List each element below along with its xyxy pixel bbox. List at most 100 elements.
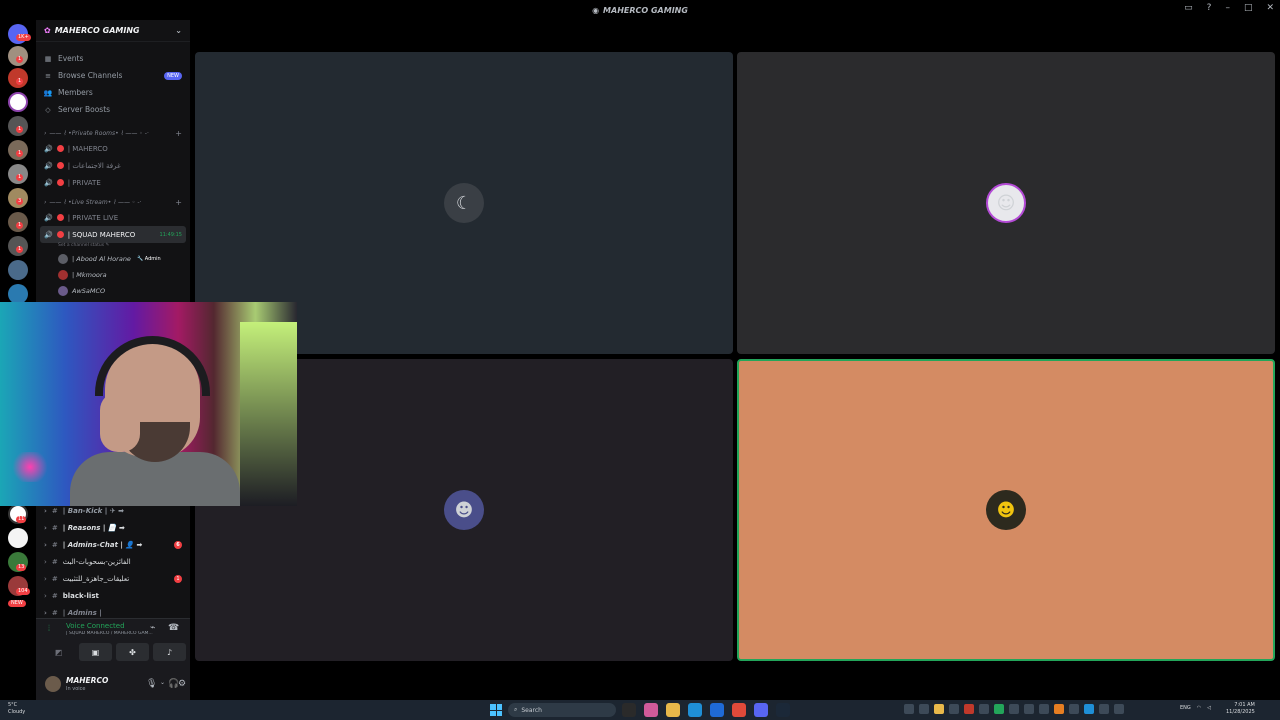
channel-status[interactable]: Set a channel status ✎ — [36, 243, 190, 251]
nav-server-boosts[interactable]: ◇ Server Boosts — [36, 101, 190, 118]
edge-icon[interactable] — [688, 703, 702, 717]
store-icon[interactable] — [710, 703, 724, 717]
nav-members[interactable]: 👥 Members — [36, 84, 190, 101]
text-channel-admins-chat[interactable]: › # | Admins-Chat | 👤 ➡ 6 — [36, 536, 190, 553]
participant-tile-speaking[interactable]: ☻ — [737, 359, 1275, 661]
tray-icon[interactable] — [1114, 704, 1124, 714]
system-indicators[interactable]: ENG ◠ ◁ — [1180, 705, 1211, 711]
unread-badge: 1 — [174, 574, 182, 583]
server-icon[interactable] — [8, 528, 28, 548]
add-channel-icon[interactable]: + — [175, 129, 182, 138]
noise-suppression-icon[interactable]: ⌁ — [150, 623, 155, 633]
server-icon[interactable] — [8, 92, 28, 112]
username[interactable]: MAHERCO — [66, 676, 108, 685]
microphone-icon[interactable]: 🎙 — [146, 679, 157, 689]
discord-icon[interactable] — [754, 703, 768, 717]
gear-icon[interactable]: ⚙ — [178, 679, 186, 689]
voice-channel-squad-maherco[interactable]: 🔊 | SQUAD MAHERCO 11:49:15 — [40, 226, 186, 243]
tray-icon[interactable] — [994, 704, 1004, 714]
category-private-rooms[interactable]: › —— ⌇ •Private Rooms• ⌇ —— ◦ -· + — [36, 126, 190, 140]
server-icon[interactable] — [8, 284, 28, 304]
voice-channel-private-live[interactable]: 🔊 | PRIVATE LIVE — [36, 209, 190, 226]
nav-events[interactable]: ▦ Events — [36, 50, 190, 67]
weather-widget[interactable]: 5°C Cloudy — [8, 702, 25, 716]
tray-icon[interactable] — [1084, 704, 1094, 714]
tray-icon[interactable] — [934, 704, 944, 714]
close-button[interactable]: ✕ — [1266, 3, 1274, 13]
voice-member[interactable]: AwSaMCO — [36, 283, 190, 299]
tray-icon[interactable] — [1054, 704, 1064, 714]
server-icon[interactable] — [8, 260, 28, 280]
chrome-icon[interactable] — [732, 703, 746, 717]
new-servers-badge[interactable]: NEW — [8, 600, 26, 607]
tray-icon[interactable] — [964, 704, 974, 714]
chevron-right-icon: › — [44, 540, 47, 549]
avatar — [58, 286, 68, 296]
minimize-button[interactable]: – — [1225, 3, 1230, 13]
channel-name: | Admins | — [62, 608, 102, 617]
text-channel-winners[interactable]: › # الفائزين-بسحوبات-البث — [36, 553, 190, 570]
speaker-icon: 🔊 — [44, 213, 53, 222]
voice-member[interactable]: | Abood Al Horane 🔧 Admin — [36, 251, 190, 267]
windows-taskbar: 5°C Cloudy ⌕ Search ENG ◠ ◁ 7:01 AM 11/2… — [0, 700, 1280, 720]
soundboard-button[interactable]: ♪ — [153, 643, 186, 661]
text-channel-pinned-comments[interactable]: › # تعليقات_جاهزة_للتثبيت 1 — [36, 570, 190, 587]
chevron-down-icon: ⌄ — [175, 26, 182, 35]
category-live-stream[interactable]: › —— ⌇ •Live Stream• ⌇ —— ◦ -· + — [36, 195, 190, 209]
unread-badge: 6 — [174, 540, 182, 549]
calendar-icon: ▦ — [44, 54, 52, 63]
tray-icon[interactable] — [904, 704, 914, 714]
participant-avatar: ☻ — [986, 490, 1026, 530]
screen-share-button[interactable]: ▣ — [79, 643, 112, 661]
admin-tag: 🔧 Admin — [136, 256, 161, 262]
steam-icon[interactable] — [776, 703, 790, 717]
channel-name: | Reasons | 📄 ➡ — [62, 523, 125, 532]
channel-name: | SQUAD MAHERCO — [67, 230, 136, 239]
channel-name: | MAHERCO — [67, 144, 108, 153]
taskbar-search[interactable]: ⌕ Search — [508, 703, 616, 717]
maximize-button[interactable]: □ — [1244, 3, 1253, 13]
tray-icon[interactable] — [1009, 704, 1019, 714]
avatar[interactable] — [45, 676, 61, 692]
taskbar-clock[interactable]: 7:01 AM 11/28/2025 — [1226, 702, 1255, 716]
language-indicator[interactable]: ENG — [1180, 705, 1191, 711]
inbox-icon[interactable]: ▭ — [1184, 3, 1193, 13]
text-channel-reasons[interactable]: › # | Reasons | 📄 ➡ — [36, 519, 190, 536]
tray-icon[interactable] — [1099, 704, 1109, 714]
activities-button[interactable]: ✤ — [116, 643, 149, 661]
add-channel-icon[interactable]: + — [175, 198, 182, 207]
voice-channel-path[interactable]: | SQUAD MAHERCO / MAHERCO GAM... — [66, 631, 176, 636]
tray-icon[interactable] — [1024, 704, 1034, 714]
tray-icon[interactable] — [949, 704, 959, 714]
help-icon[interactable]: ? — [1207, 3, 1212, 13]
text-channel-black-list[interactable]: › # black-list — [36, 587, 190, 604]
voice-status[interactable]: Voice Connected — [66, 622, 125, 630]
file-explorer-icon[interactable] — [666, 703, 680, 717]
tray-icon[interactable] — [919, 704, 929, 714]
voice-channel-meetings[interactable]: 🔊 | غرفة الاجتماعات — [36, 157, 190, 174]
guild-header[interactable]: ✿ MAHERCO GAMING ⌄ — [36, 20, 190, 42]
wifi-icon: ◠ — [1196, 705, 1202, 711]
voice-channel-maherco[interactable]: 🔊 | MAHERCO — [36, 140, 190, 157]
tray-icon[interactable] — [979, 704, 989, 714]
participant-tile[interactable]: ☺ — [737, 52, 1275, 354]
chevron-down-icon[interactable]: ⌄ — [160, 679, 165, 686]
webcam-light — [10, 452, 50, 482]
camera-button[interactable]: ◩ — [42, 643, 75, 661]
voice-channel-private[interactable]: 🔊 | PRIVATE — [36, 174, 190, 191]
guild-icon: ✿ — [44, 26, 51, 35]
chevron-right-icon: › — [44, 574, 47, 583]
headset-icon — [95, 336, 210, 396]
server-badge: 104 — [16, 588, 30, 595]
voice-member[interactable]: | Mkmoora — [36, 267, 190, 283]
start-button[interactable] — [490, 704, 502, 716]
disconnect-icon[interactable]: ☎ — [168, 623, 179, 633]
tray-icon[interactable] — [1069, 704, 1079, 714]
nav-label: Server Boosts — [58, 105, 111, 114]
tray-icon[interactable] — [1039, 704, 1049, 714]
copilot-icon[interactable] — [644, 703, 658, 717]
streamer-webcam-overlay — [0, 302, 297, 506]
task-view-icon[interactable] — [622, 703, 636, 717]
nav-browse-channels[interactable]: ≡ Browse Channels NEW — [36, 67, 190, 84]
user-panel: MAHERCO In voice 🎙 ⌄ 🎧 ⚙ — [36, 670, 190, 700]
